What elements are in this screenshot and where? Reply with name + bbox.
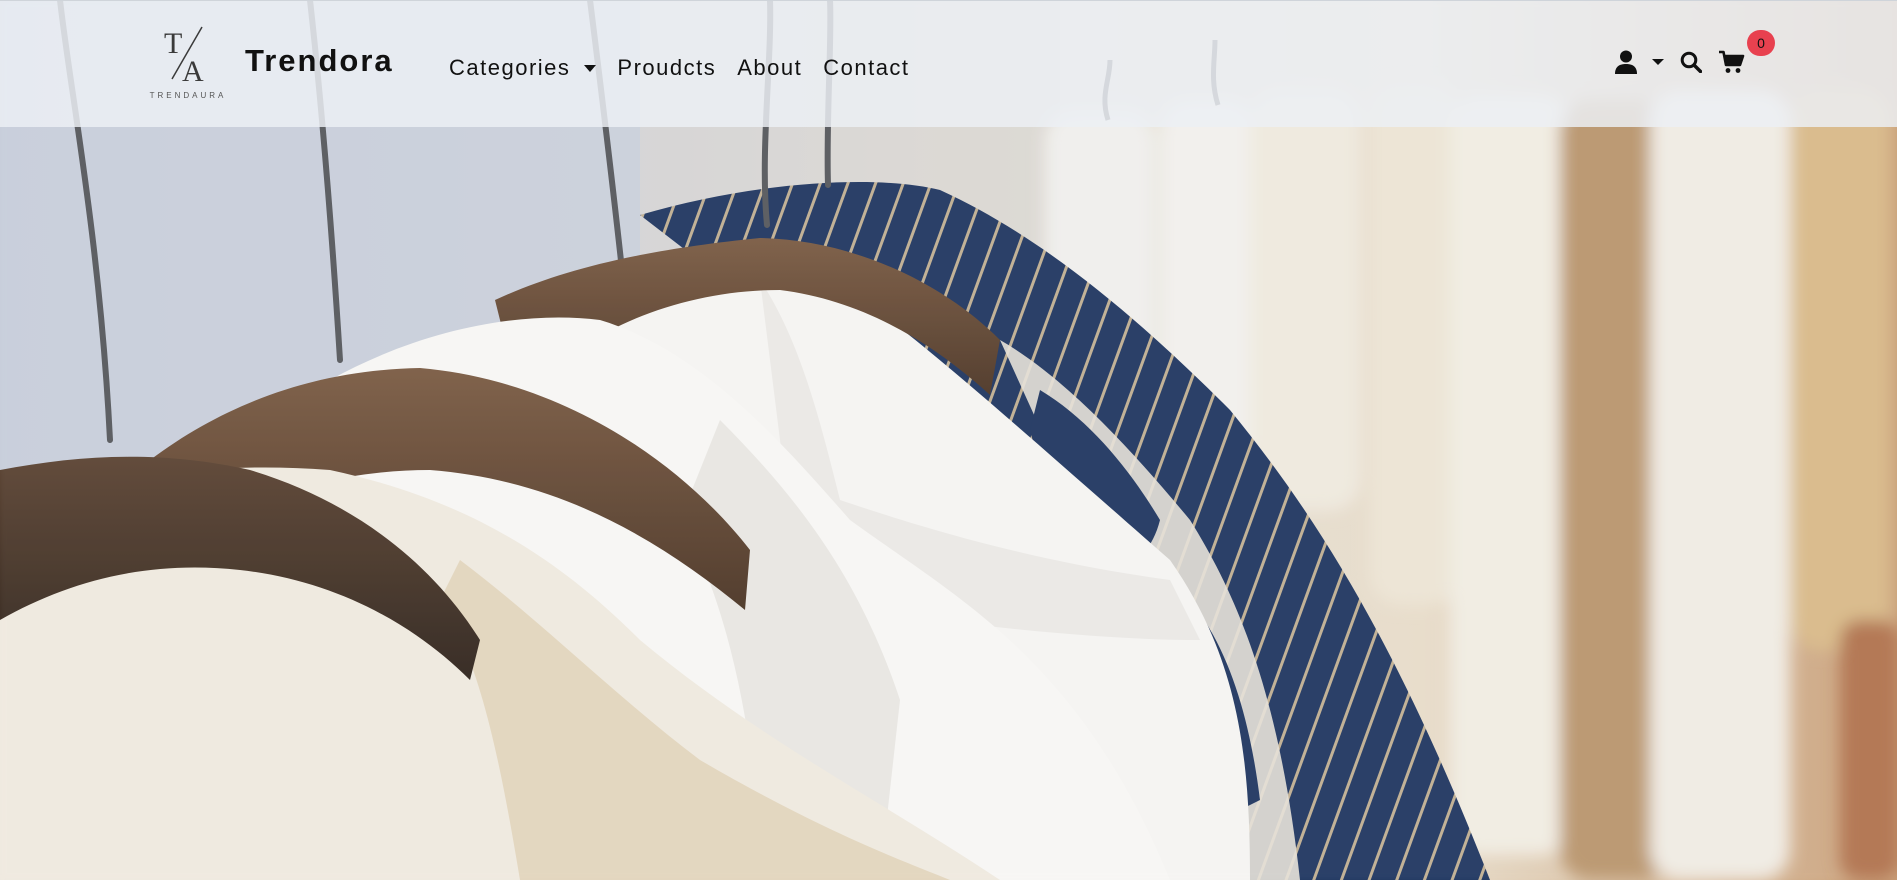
svg-text:A: A [182, 55, 204, 83]
chevron-down-icon [1652, 59, 1664, 65]
chevron-down-icon [584, 65, 597, 72]
cart-button[interactable] [1719, 50, 1745, 74]
site-header: T A TRENDAURA Trendora Categories Proudc… [0, 0, 1897, 127]
cart-count-badge: 0 [1747, 30, 1775, 56]
nav-contact[interactable]: Contact [823, 55, 909, 81]
hero-photo-illustration [0, 0, 1897, 880]
account-menu-button[interactable] [1615, 50, 1664, 74]
search-icon [1680, 51, 1703, 74]
brand-name[interactable]: Trendora [245, 43, 394, 79]
svg-text:T: T [164, 27, 182, 60]
logo-mark: T A [162, 25, 214, 88]
brand-logo[interactable]: T A TRENDAURA [146, 25, 230, 101]
cart-icon [1719, 50, 1745, 73]
hero-background-image [0, 0, 1897, 880]
main-nav: Categories Proudcts About Contact [449, 55, 931, 81]
search-button[interactable] [1680, 51, 1703, 74]
nav-categories[interactable]: Categories [449, 55, 597, 81]
logo-wordmark: TRENDAURA [149, 91, 227, 100]
user-icon [1615, 50, 1637, 74]
nav-products[interactable]: Proudcts [617, 55, 716, 81]
nav-categories-label: Categories [449, 55, 571, 80]
nav-about[interactable]: About [737, 55, 802, 81]
logo-monogram-icon: T A [164, 26, 210, 88]
